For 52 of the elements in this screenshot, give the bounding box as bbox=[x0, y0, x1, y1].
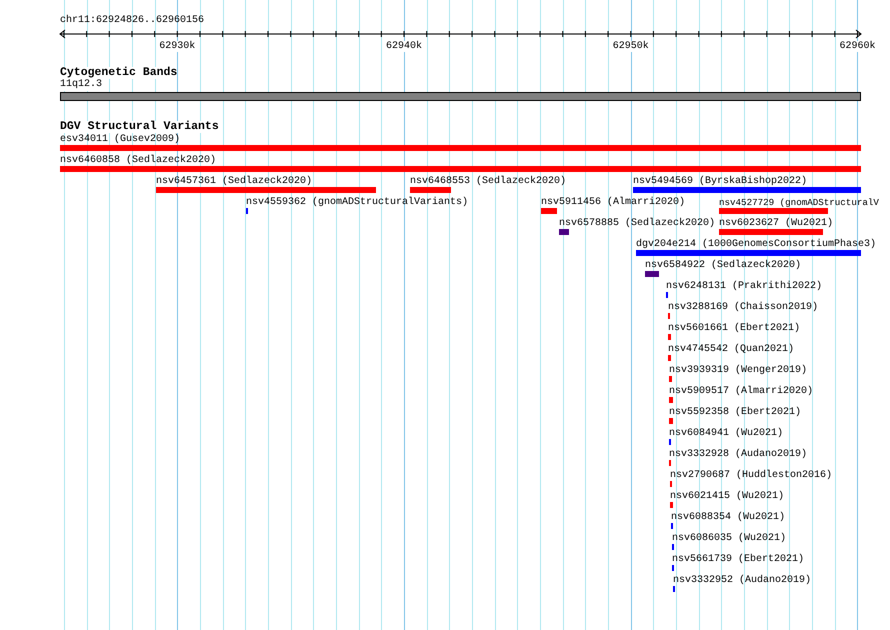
variant-label[interactable]: nsv2790687 (Huddleston2016) bbox=[670, 470, 832, 482]
variant-bar[interactable] bbox=[719, 229, 823, 235]
variant-bar[interactable] bbox=[669, 397, 673, 403]
variant-label[interactable]: nsv6021415 (Wu2021) bbox=[670, 491, 784, 503]
variant-bar[interactable] bbox=[633, 187, 861, 193]
variant-label[interactable]: nsv3288169 (Chaisson2019) bbox=[668, 302, 818, 314]
variant-bar[interactable] bbox=[668, 355, 671, 361]
variant-label[interactable]: nsv5592358 (Ebert2021) bbox=[669, 407, 802, 419]
variant-bar[interactable] bbox=[60, 145, 861, 151]
variant-label[interactable]: nsv6468553 (Sedlazeck2020) bbox=[410, 176, 566, 188]
location-label: chr11:62924826..62960156 bbox=[60, 15, 204, 27]
variant-label[interactable]: nsv5661739 (Ebert2021) bbox=[672, 554, 804, 566]
variant-label[interactable]: nsv6578885 (Sedlazeck2020) bbox=[559, 218, 716, 230]
variant-label[interactable]: nsv5911456 (Almarri2020) bbox=[541, 197, 686, 209]
band-label: 11q12.3 bbox=[60, 79, 102, 91]
variant-label[interactable]: nsv6457361 (Sedlazeck2020) bbox=[156, 176, 312, 188]
variant-label[interactable]: nsv5494569 (ByrskaBishop2022) bbox=[633, 176, 808, 188]
variant-label[interactable]: nsv6086035 (Wu2021) bbox=[672, 533, 786, 545]
variant-label[interactable]: nsv6084941 (Wu2021) bbox=[669, 428, 784, 440]
variant-label[interactable]: nsv4745542 (Quan2021) bbox=[668, 344, 794, 356]
variant-label[interactable]: nsv5909517 (Almarri2020) bbox=[669, 386, 814, 398]
tick-label: 62940k bbox=[386, 41, 422, 52]
variant-label[interactable]: nsv4559362 (gnomADStructuralVariants) bbox=[246, 197, 468, 209]
variant-label[interactable]: nsv5601661 (Ebert2021) bbox=[668, 323, 800, 335]
variant-label[interactable]: dgv204e214 (1000GenomesConsortiumPhase3) bbox=[636, 239, 876, 251]
variant-label[interactable]: esv34011 (Gusev2009) bbox=[60, 134, 180, 146]
variant-bar[interactable] bbox=[410, 187, 451, 193]
variant-bar[interactable] bbox=[559, 229, 569, 235]
variant-bar[interactable] bbox=[670, 502, 673, 508]
variant-label[interactable]: nsv6088354 (Wu2021) bbox=[671, 512, 786, 524]
variant-bar[interactable] bbox=[669, 376, 672, 382]
variant-bar[interactable] bbox=[541, 208, 557, 214]
tick-label: 62930k bbox=[159, 41, 196, 52]
variant-label[interactable]: nsv3332928 (Audano2019) bbox=[669, 449, 808, 461]
variant-bar[interactable] bbox=[669, 418, 673, 424]
track-title: DGV Structural Variants bbox=[60, 121, 219, 133]
variant-label[interactable]: nsv4527729 (gnomADStructuralV bbox=[719, 197, 879, 209]
variant-bar[interactable] bbox=[719, 208, 828, 214]
variant-label[interactable]: nsv3332952 (Audano2019) bbox=[673, 575, 812, 587]
tick-label: 62960k bbox=[839, 41, 876, 52]
variant-bar[interactable] bbox=[60, 166, 861, 172]
track-title: Cytogenetic Bands bbox=[60, 67, 178, 79]
variant-bar[interactable] bbox=[636, 250, 861, 256]
variant-label[interactable]: nsv6584922 (Sedlazeck2020) bbox=[645, 260, 802, 272]
variant-bar[interactable] bbox=[645, 271, 659, 277]
variant-bar[interactable] bbox=[668, 334, 671, 340]
variant-label[interactable]: nsv6460858 (Sedlazeck2020) bbox=[60, 155, 216, 167]
variant-label[interactable]: nsv6248131 (Prakrithi2022) bbox=[666, 281, 822, 293]
variant-label[interactable]: nsv6023627 (Wu2021) bbox=[719, 218, 834, 230]
tick-label: 62950k bbox=[612, 41, 649, 52]
variant-bar[interactable] bbox=[156, 187, 376, 193]
variant-label[interactable]: nsv3939319 (Wenger2019) bbox=[669, 365, 808, 377]
